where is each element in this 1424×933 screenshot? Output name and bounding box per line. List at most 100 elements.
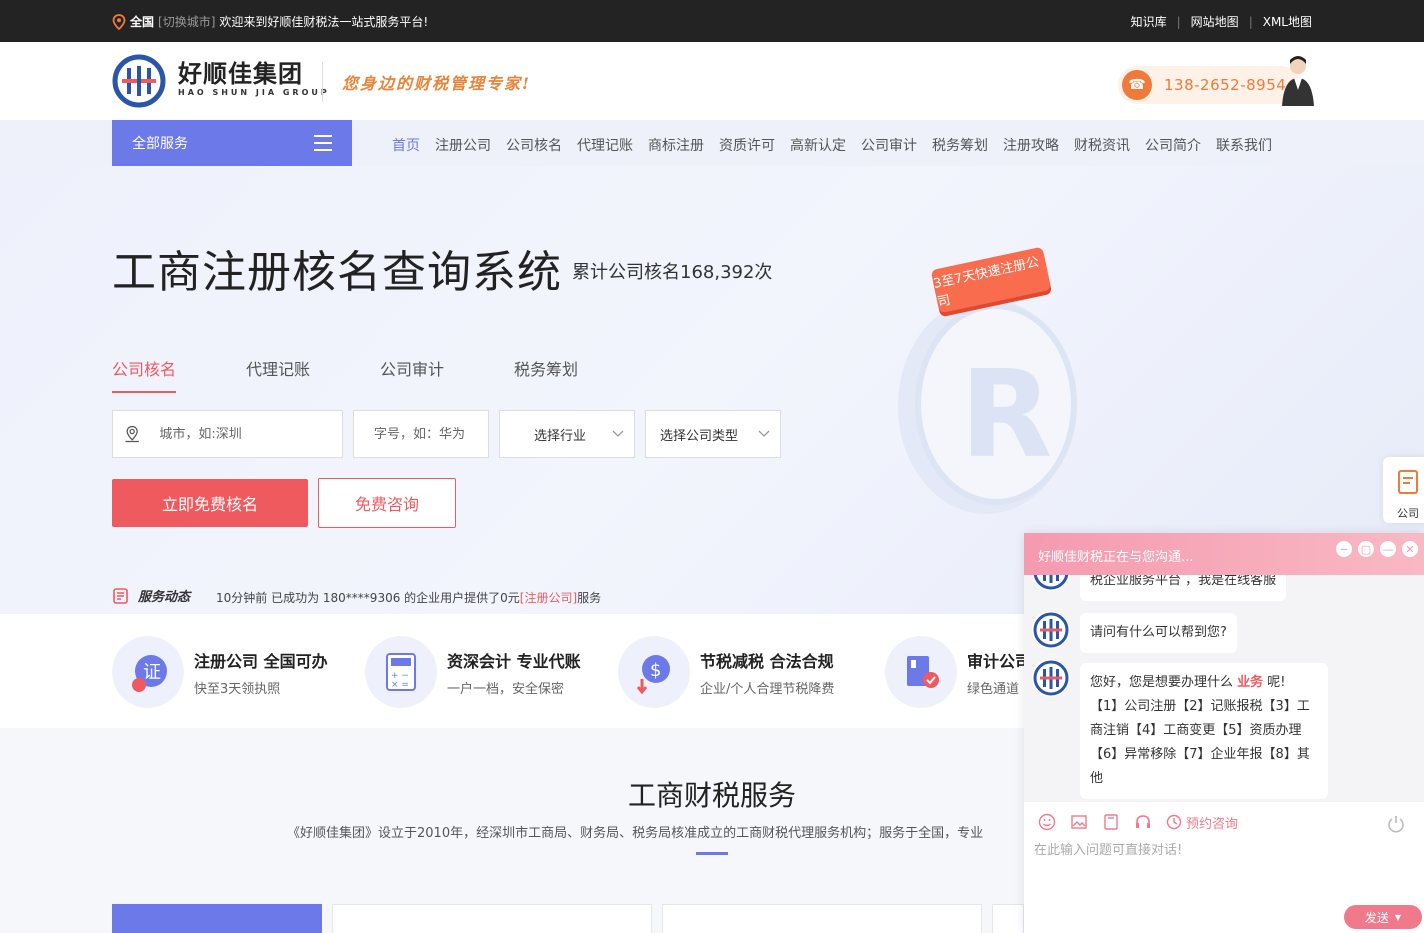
agent-avatar [1032,575,1070,591]
floating-sidebar-label: 公司 [1397,507,1419,520]
all-services-button[interactable]: 全部服务 [112,120,352,166]
feature-tax[interactable]: $ 节税减税 合法合规 企业/个人合理节税降费 [618,636,834,708]
nav-item-about[interactable]: 公司简介 [1145,135,1201,155]
brand-name[interactable]: 好顺佳集团 HAO SHUN JIA GROUP [178,60,330,97]
free-name-check-button[interactable]: 立即免费核名 [112,479,308,527]
service-card[interactable] [992,904,1024,933]
location-area: 全国 [切换城市] 欢迎来到好顺佳财税法一站式服务平台! [112,13,428,30]
service-card[interactable] [112,904,322,933]
feature-title: 审计公司 [967,651,1032,671]
welcome-text: 欢迎来到好顺佳财税法一站式服务平台! [219,15,429,29]
chat-widget: 好顺佳财税正在与您沟通... − ▢ — ✕ 税企业服务平台 ，我是在线客服 请… [1024,533,1424,933]
feature-title: 节税减税 合法合规 [700,651,834,671]
nav-item-bookkeeping[interactable]: 代理记账 [577,135,633,155]
brand-name-input[interactable] [374,426,488,442]
tab-bookkeeping[interactable]: 代理记账 [246,356,380,392]
feature-desc: 快至3天领执照 [194,681,281,697]
service-card[interactable] [662,904,982,933]
news-item[interactable]: 10分钟前 已成功为 180****9306 的企业用户提供了0元[注册公司]服… [216,582,601,606]
svg-text:证: 证 [143,662,161,683]
service-tabs: 公司核名 代理记账 公司审计 税务筹划 [112,356,648,393]
service-news-ticker: 服务动态 10分钟前 已成功为 180****9306 的企业用户提供了0元[注… [112,582,812,608]
minimize-icon[interactable]: − [1336,541,1352,557]
close-icon[interactable]: ✕ [1402,541,1418,557]
feature-desc: 绿色通道 [967,681,1020,697]
caret-down-icon[interactable]: ▼ [1395,913,1401,922]
nav-item-trademark[interactable]: 商标注册 [648,135,704,155]
company-type-select[interactable]: 选择公司类型 [645,410,781,458]
current-city: 全国 [130,15,155,29]
feature-desc: 一户一档，安全保密 [447,681,565,697]
customer-service-agent-icon [1282,56,1314,106]
svg-text:× =: × = [391,680,409,690]
end-chat-power-icon[interactable] [1386,814,1406,834]
chat-message: 税企业服务平台 ，我是在线客服 [1080,575,1287,601]
chat-message: 请问有什么可以帮到您? [1080,613,1237,653]
svg-text:$: $ [650,660,661,681]
brand-logo-icon[interactable] [112,54,166,108]
header-divider [322,62,323,102]
industry-select[interactable]: 选择行业 [499,410,635,458]
appointment-button[interactable]: 预约咨询 [1166,813,1238,832]
calculator-icon: + − × = [365,636,437,708]
nav-item-name-check[interactable]: 公司核名 [506,135,562,155]
certificate-icon: 证 [112,636,184,708]
service-news-label: 服务动态 [112,586,190,605]
feature-title: 注册公司 全国可办 [194,651,328,671]
floating-sidebar[interactable]: 公司 [1383,457,1424,523]
knowledge-base-link[interactable]: 知识库 [1121,13,1177,30]
brand-name-en: HAO SHUN JIA GROUP [178,88,330,97]
news-highlight[interactable]: [注册公司] [520,591,577,605]
nav-item-audit[interactable]: 公司审计 [861,135,917,155]
emoji-icon[interactable] [1038,813,1056,831]
sitemap-link[interactable]: 网站地图 [1181,13,1249,30]
services-description: 《好顺佳集团》设立于2010年，经深圳市工商局、财务局、税务局核准成立的工商财税… [287,826,984,841]
nav-item-license[interactable]: 资质许可 [719,135,775,155]
nav-item-news[interactable]: 财税资讯 [1074,135,1130,155]
chat-header[interactable]: 好顺佳财税正在与您沟通... − ▢ — ✕ [1024,533,1424,575]
feature-audit[interactable]: 审计公司 绿色通道 [885,636,1031,708]
city-input[interactable] [159,426,342,442]
nav-item-register-company[interactable]: 注册公司 [435,135,491,155]
file-icon[interactable] [1102,813,1120,831]
top-links: 知识库 | 网站地图 | XML地图 [1121,13,1312,30]
restore-icon[interactable]: ▢ [1358,541,1374,557]
headset-icon[interactable] [1134,813,1152,831]
free-consult-button[interactable]: 免费咨询 [318,478,456,528]
switch-city-link[interactable]: [切换城市] [158,13,215,30]
collapse-icon[interactable]: — [1380,541,1396,557]
brand-name-field[interactable] [353,410,489,458]
menu-icon [314,135,332,151]
chat-message-input[interactable] [1034,843,1414,858]
main-nav: 首页 注册公司 公司核名 代理记账 商标注册 资质许可 高新认定 公司审计 税务… [392,135,1272,155]
chevron-down-icon [758,430,770,437]
news-icon [113,587,128,604]
feature-accounting[interactable]: + − × = 资深会计 专业代账 一户一档，安全保密 [365,636,581,708]
chat-option-list[interactable]: 【1】公司注册【2】记账报税【3】工商注销【4】工商变更【5】资质办理【6】异常… [1090,695,1318,791]
main-nav-bar: 全部服务 首页 注册公司 公司核名 代理记账 商标注册 资质许可 高新认定 公司… [0,120,1424,166]
send-button[interactable]: 发送 ▼ [1344,905,1422,929]
xml-sitemap-link[interactable]: XML地图 [1253,13,1312,30]
image-icon[interactable] [1070,813,1088,831]
name-check-form: 选择行业 选择公司类型 [112,410,781,458]
top-bar: 全国 [切换城市] 欢迎来到好顺佳财税法一站式服务平台! 知识库 | 网站地图 … [0,0,1424,42]
nav-item-home[interactable]: 首页 [392,135,420,155]
chat-messages: 税企业服务平台 ，我是在线客服 请问有什么可以帮到您? 您好，您是想要办理什么 … [1024,575,1424,802]
nav-item-guide[interactable]: 注册攻略 [1003,135,1059,155]
city-field[interactable] [112,410,343,458]
highlight-word: 业务 [1237,675,1264,690]
feature-desc: 企业/个人合理节税降费 [700,681,835,697]
feature-register[interactable]: 证 注册公司 全国可办 快至3天领执照 [112,636,328,708]
tab-name-check[interactable]: 公司核名 [112,356,246,393]
hero-subtitle: 累计公司核名168,392次 [572,262,773,283]
feature-title: 资深会计 专业代账 [447,651,581,671]
tab-tax-planning[interactable]: 税务筹划 [514,356,648,392]
hotline-number: 138-2652-8954 [1164,76,1287,94]
nav-item-contact[interactable]: 联系我们 [1216,135,1272,155]
phone-icon: ☎ [1122,70,1152,100]
tab-audit[interactable]: 公司审计 [380,356,514,392]
service-card[interactable] [332,904,652,933]
nav-item-tax-planning[interactable]: 税务筹划 [932,135,988,155]
nav-item-hightech[interactable]: 高新认定 [790,135,846,155]
hotline-box[interactable]: ☎ 138-2652-8954 [1118,66,1300,104]
